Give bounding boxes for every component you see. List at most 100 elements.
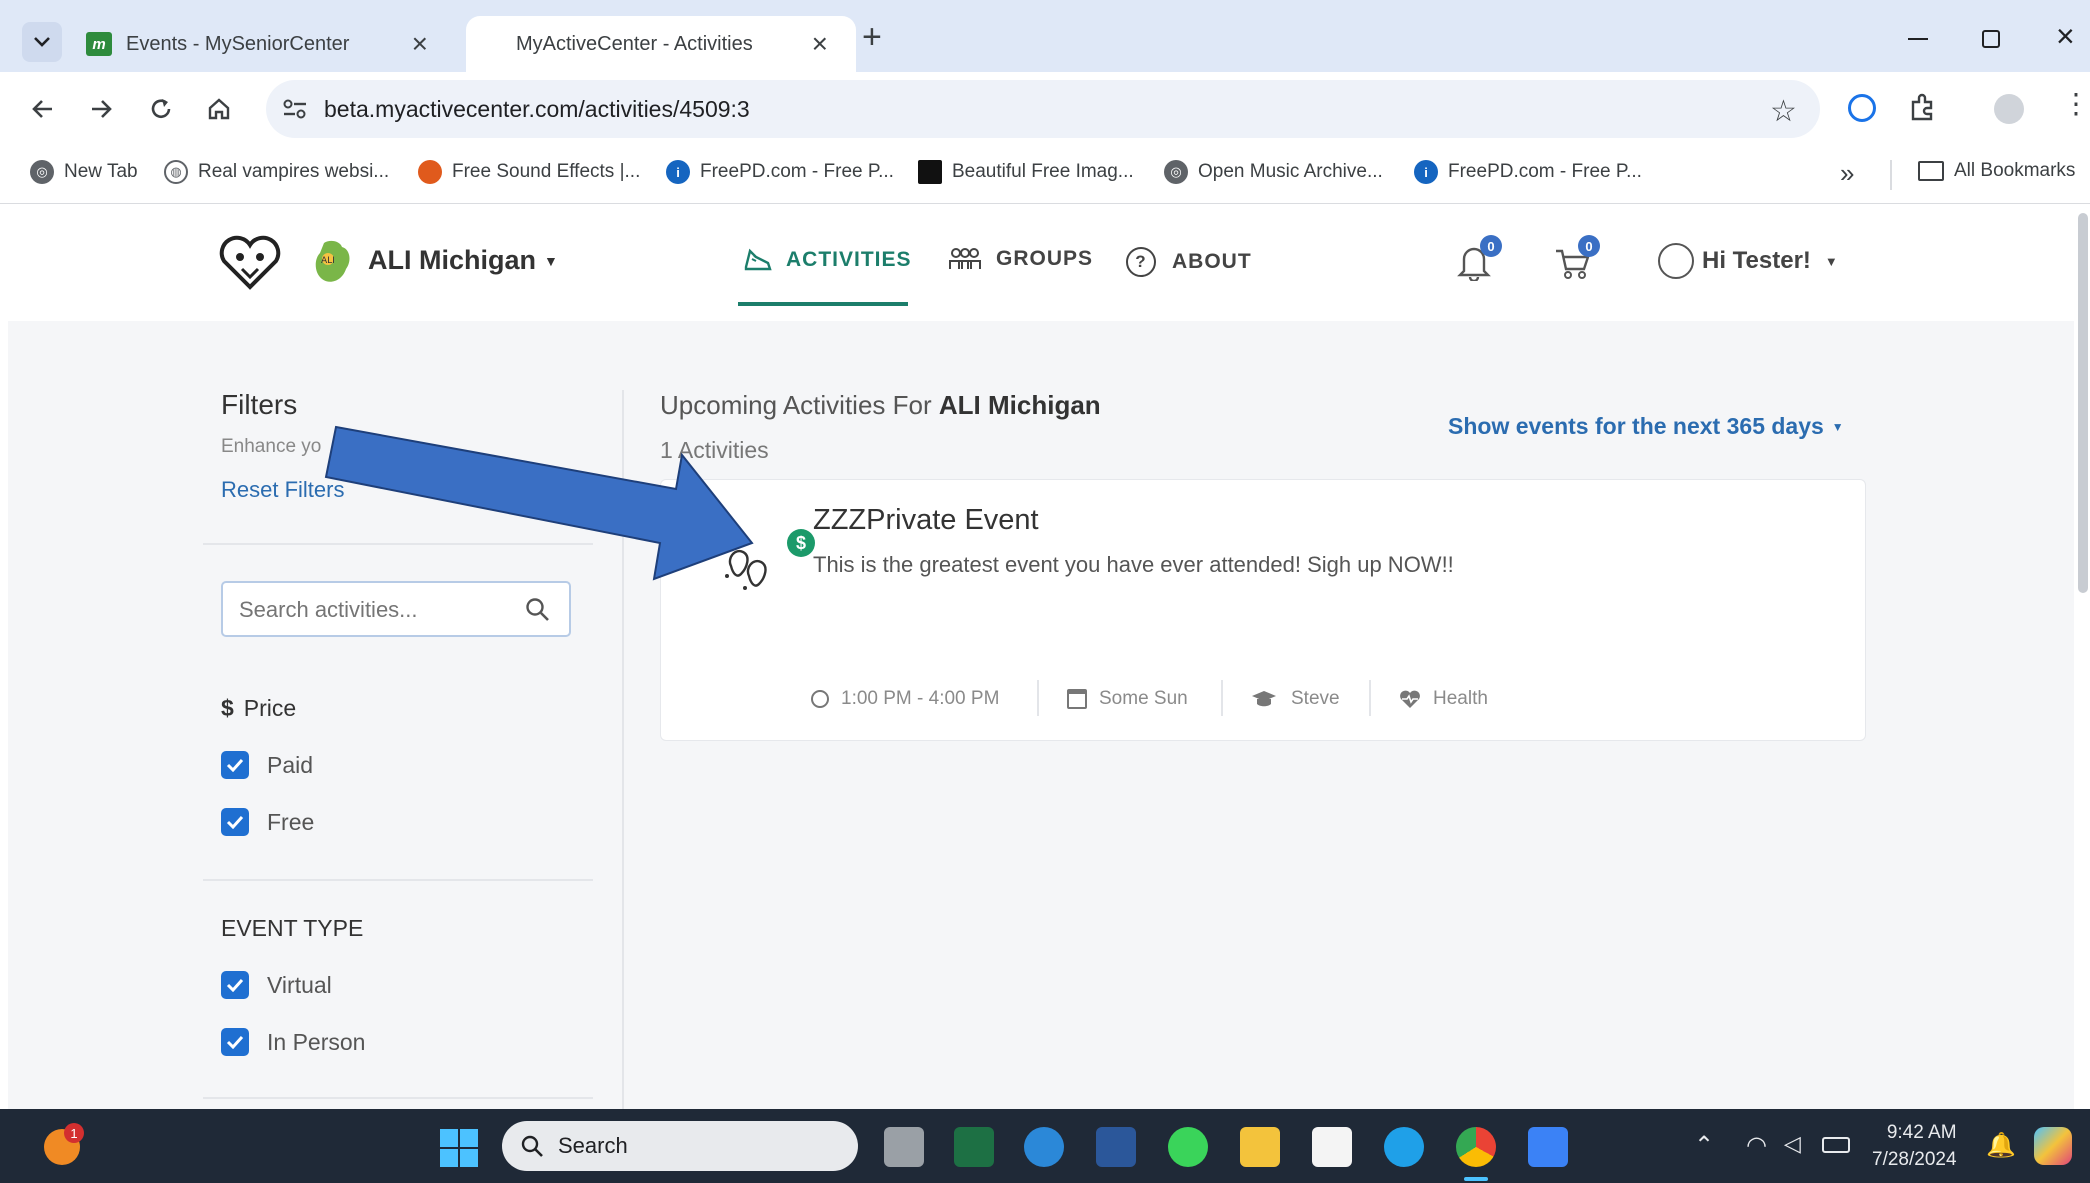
window-close-icon[interactable]: × [2056,18,2075,55]
user-avatar-icon [1658,243,1694,279]
page-scrollbar[interactable] [2078,213,2088,593]
bookmark-item[interactable]: Beautiful Free Imag... [918,160,1134,184]
svg-text:ALI: ALI [321,256,335,266]
file-explorer-icon[interactable] [1240,1127,1280,1167]
restore-icon[interactable] [1982,30,2000,48]
app-header: ALI ALI Michigan ▼ ACTIVITIES GROUPS ? A… [8,205,2074,321]
forward-arrow-icon[interactable] [88,96,114,122]
org-selector[interactable]: ALI Michigan ▼ [368,245,558,276]
browser-menu-icon[interactable]: ⋮ [2062,90,2090,118]
bookmark-star-icon[interactable]: ☆ [1770,94,1797,129]
tab-events-myseniorcenter[interactable]: m Events - MySeniorCenter × [76,16,456,72]
event-type-heading: EVENT TYPE [221,915,364,941]
heart-logo-icon[interactable] [218,235,282,291]
bookmark-item[interactable]: ◎ Open Music Archive... [1164,160,1383,184]
new-tab-button[interactable]: + [862,18,882,57]
user-menu[interactable]: Hi Tester! ▼ [1658,243,1838,279]
tab-title: MyActiveCenter - Activities [516,32,753,55]
windows-start-icon[interactable] [440,1129,478,1167]
cart-button[interactable]: 0 [1552,235,1604,285]
close-icon[interactable]: × [812,28,828,60]
clock-icon [811,690,829,708]
all-bookmarks-button[interactable]: All Bookmarks [1918,160,2075,182]
close-icon[interactable]: × [412,28,428,60]
edge-icon[interactable] [1384,1127,1424,1167]
org-logo-icon: ALI [310,237,354,287]
active-tab-indicator [738,302,908,306]
chevron-down-icon [33,36,51,48]
microsoft-store-icon[interactable] [1312,1127,1352,1167]
sound-icon [418,160,442,184]
search-activities-input[interactable] [239,595,519,625]
graduation-cap-icon [1251,690,1277,708]
password-manager-icon[interactable] [1848,94,1876,122]
price-paid-checkbox-row[interactable]: Paid [221,751,313,779]
notifications-count-badge: 0 [1480,235,1502,257]
clock[interactable]: 9:42 AM 7/28/2024 [1872,1119,1957,1173]
checkbox-checked-icon[interactable] [221,971,249,999]
app-blue-icon[interactable] [1024,1127,1064,1167]
volume-icon[interactable]: ◁ [1784,1131,1801,1157]
bookmark-item[interactable]: i FreePD.com - Free P... [666,160,894,184]
profile-avatar-icon[interactable] [1994,94,2024,124]
event-title[interactable]: ZZZPrivate Event [813,504,1039,537]
bookmark-item[interactable]: ◎ New Tab [30,160,138,184]
divider [203,1097,593,1099]
event-type-virtual-checkbox-row[interactable]: Virtual [221,971,332,999]
nav-groups[interactable]: GROUPS [948,247,1093,271]
checkbox-checked-icon[interactable] [221,751,249,779]
tab-search-button[interactable] [22,22,62,62]
taskbar-search-box[interactable]: Search [502,1121,858,1171]
price-symbol: $ [221,695,234,721]
checkbox-checked-icon[interactable] [221,808,249,836]
event-type-in-person-checkbox-row[interactable]: In Person [221,1028,365,1056]
event-instructor: Steve [1251,688,1340,710]
bookmark-item[interactable]: ◍ Real vampires websi... [164,160,389,184]
nav-about[interactable]: ? ABOUT [1126,247,1252,277]
more-bookmarks-icon[interactable]: » [1840,158,1854,189]
search-activities-box[interactable] [221,581,571,637]
tab-title: Events - MySeniorCenter [126,32,350,55]
copilot-icon[interactable] [2034,1127,2072,1165]
clock-time: 9:42 AM [1886,1122,1957,1143]
bookmark-item[interactable]: i FreePD.com - Free P... [1414,160,1642,184]
notification-bell-icon[interactable]: 🔔 [1986,1131,2016,1160]
snipping-tool-icon[interactable] [1528,1127,1568,1167]
caret-down-icon: ▼ [1831,419,1844,434]
nav-activities[interactable]: ACTIVITIES [742,247,912,273]
filters-title: Filters [221,389,298,420]
freepd-icon: i [1414,160,1438,184]
excel-icon[interactable] [954,1127,994,1167]
notifications-button[interactable]: 0 [1452,235,1502,285]
event-card[interactable]: $ ZZZPrivate Event This is the greatest … [660,479,1866,741]
url-text[interactable]: beta.myactivecenter.com/activities/4509:… [324,96,750,123]
unsplash-icon [918,160,942,184]
reload-icon[interactable] [148,96,174,122]
home-icon[interactable] [206,96,232,122]
battery-icon[interactable] [1822,1137,1850,1153]
search-icon[interactable] [525,597,551,623]
folder-icon [1918,161,1944,181]
minimize-icon[interactable] [1908,38,1928,40]
tab-myactivecenter-activities[interactable]: MyActiveCenter - Activities × [466,16,856,72]
active-app-indicator [1464,1177,1488,1181]
back-arrow-icon[interactable] [30,96,56,122]
word-icon[interactable] [1096,1127,1136,1167]
app-green-icon[interactable] [1168,1127,1208,1167]
question-circle-icon: ? [1126,247,1156,277]
chevron-up-icon[interactable]: ⌃ [1694,1131,1714,1160]
extensions-icon[interactable] [1908,92,1938,122]
site-settings-icon[interactable] [282,98,308,120]
meta-divider [1037,680,1039,716]
event-days: Some Sun [1067,688,1188,710]
task-view-icon[interactable] [884,1127,924,1167]
address-bar[interactable]: beta.myactivecenter.com/activities/4509:… [266,80,1820,138]
price-free-checkbox-row[interactable]: Free [221,808,314,836]
wifi-icon[interactable]: ◠ [1746,1131,1767,1160]
date-range-dropdown[interactable]: Show events for the next 365 days ▼ [1448,413,1844,440]
browser-tab-strip: m Events - MySeniorCenter × MyActiveCent… [0,0,2090,72]
globe-icon: ◎ [30,160,54,184]
checkbox-checked-icon[interactable] [221,1028,249,1056]
bookmark-item[interactable]: Free Sound Effects |... [418,160,640,184]
chrome-icon[interactable] [1456,1127,1496,1167]
